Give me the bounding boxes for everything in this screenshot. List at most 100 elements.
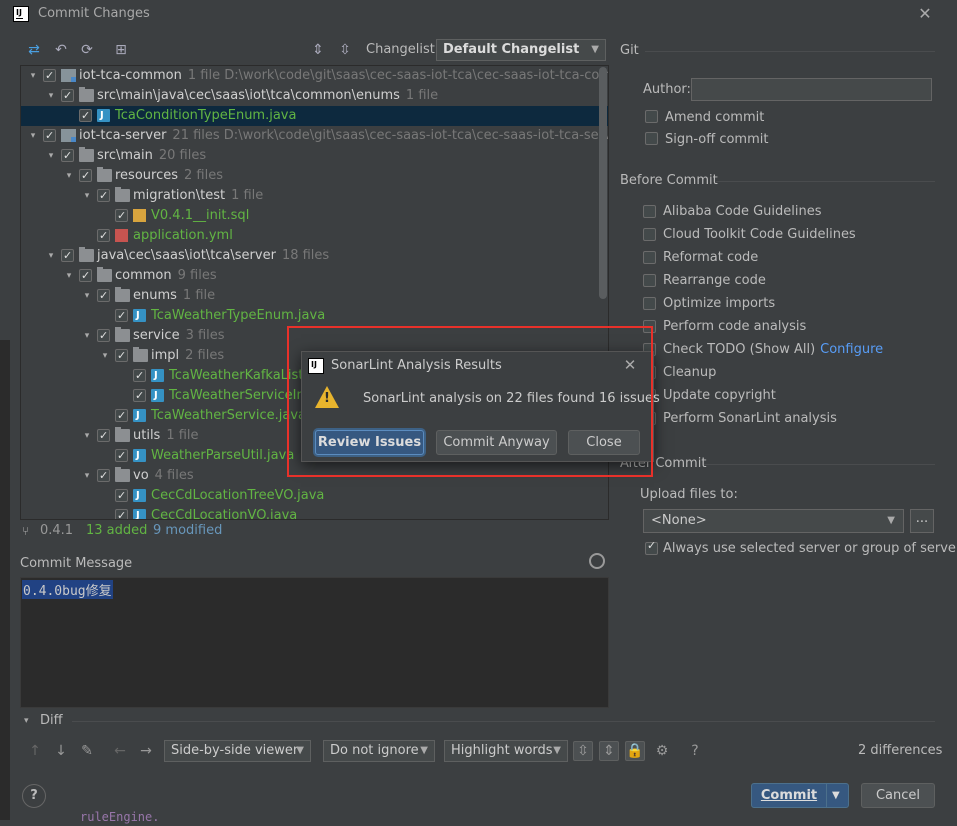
include-checkbox[interactable] bbox=[115, 206, 128, 226]
viewer-select[interactable]: Side-by-side viewer ▼ bbox=[164, 740, 311, 762]
commit-anyway-button[interactable]: Commit Anyway bbox=[436, 430, 557, 455]
previous-difference-icon[interactable]: ↑ bbox=[25, 741, 45, 761]
expand-arrow-icon[interactable]: ▾ bbox=[99, 346, 111, 366]
java-icon bbox=[97, 106, 110, 126]
highlight-select[interactable]: Highlight words ▼ bbox=[444, 740, 568, 762]
expand-arrow-icon[interactable]: ▾ bbox=[27, 126, 39, 146]
sync-scroll-icon[interactable]: ⇕ bbox=[599, 741, 619, 761]
include-checkbox[interactable] bbox=[115, 486, 128, 506]
folder-icon bbox=[115, 187, 130, 202]
include-checkbox[interactable] bbox=[133, 386, 146, 406]
tree-row[interactable]: V0.4.1__init.sql bbox=[21, 206, 608, 226]
expand-all-icon[interactable]: ⇕ bbox=[308, 40, 328, 60]
amend-commit-checkbox[interactable] bbox=[645, 110, 658, 123]
configure-link[interactable]: Configure bbox=[820, 342, 883, 357]
include-checkbox[interactable] bbox=[79, 106, 92, 126]
before-commit-checkbox[interactable] bbox=[643, 274, 656, 287]
tree-row[interactable]: application.yml bbox=[21, 226, 608, 246]
tree-scrollbar[interactable] bbox=[599, 67, 607, 299]
diff-collapse-icon[interactable]: ▾ bbox=[24, 716, 29, 726]
expand-arrow-icon[interactable]: ▾ bbox=[63, 166, 75, 186]
tree-row[interactable]: TcaConditionTypeEnum.java bbox=[21, 106, 608, 126]
collapse-unchanged-icon[interactable]: ⇳ bbox=[573, 741, 593, 761]
include-checkbox[interactable] bbox=[79, 166, 92, 186]
expand-arrow-icon[interactable]: ▾ bbox=[45, 86, 57, 106]
before-commit-checkbox[interactable] bbox=[643, 251, 656, 264]
before-commit-checkbox[interactable] bbox=[643, 320, 656, 333]
cancel-button[interactable]: Cancel bbox=[861, 783, 935, 808]
sign-off-checkbox[interactable] bbox=[645, 132, 658, 145]
collapse-all-icon[interactable]: ⇳ bbox=[335, 40, 355, 60]
include-checkbox[interactable] bbox=[97, 426, 110, 446]
refresh-icon[interactable]: ⟳ bbox=[77, 40, 97, 60]
close-icon[interactable]: ✕ bbox=[915, 4, 935, 24]
expand-arrow-icon[interactable]: ▾ bbox=[81, 326, 93, 346]
include-checkbox[interactable] bbox=[97, 186, 110, 206]
tree-row[interactable]: ▾ src\main 20 files bbox=[21, 146, 608, 166]
tree-row[interactable]: ▾ migration\test 1 file bbox=[21, 186, 608, 206]
history-icon[interactable] bbox=[589, 553, 605, 569]
expand-arrow-icon[interactable]: ▾ bbox=[81, 466, 93, 486]
tree-row[interactable]: ▾ enums 1 file bbox=[21, 286, 608, 306]
tree-row[interactable]: CecCdLocationTreeVO.java bbox=[21, 486, 608, 506]
help-button[interactable]: ? bbox=[22, 784, 46, 808]
include-checkbox[interactable] bbox=[61, 246, 74, 266]
tree-row[interactable]: ▾ vo 4 files bbox=[21, 466, 608, 486]
upload-server-select[interactable]: <None> ▼ bbox=[643, 509, 904, 533]
include-checkbox[interactable] bbox=[61, 86, 74, 106]
chevron-down-icon[interactable]: ▼ bbox=[832, 784, 840, 807]
author-input[interactable] bbox=[691, 78, 932, 101]
include-checkbox[interactable] bbox=[97, 286, 110, 306]
rollback-icon[interactable]: ↶ bbox=[51, 40, 71, 60]
include-checkbox[interactable] bbox=[43, 66, 56, 86]
expand-arrow-icon[interactable]: ▾ bbox=[63, 266, 75, 286]
before-commit-checkbox[interactable] bbox=[643, 205, 656, 218]
tree-row[interactable]: ▾ iot-tca-common 1 file D:\work\code\git\s… bbox=[21, 66, 608, 86]
include-checkbox[interactable] bbox=[115, 406, 128, 426]
tree-row[interactable]: ▾ common 9 files bbox=[21, 266, 608, 286]
include-checkbox[interactable] bbox=[97, 326, 110, 346]
include-checkbox[interactable] bbox=[115, 446, 128, 466]
dialog-close-button[interactable]: Close bbox=[568, 430, 640, 455]
tree-row[interactable]: ▾ resources 2 files bbox=[21, 166, 608, 186]
expand-arrow-icon[interactable]: ▾ bbox=[27, 66, 39, 86]
include-checkbox[interactable] bbox=[43, 126, 56, 146]
group-by-icon[interactable]: ⊞ bbox=[111, 40, 131, 60]
expand-arrow-icon[interactable]: ▾ bbox=[45, 246, 57, 266]
include-checkbox[interactable] bbox=[115, 346, 128, 366]
include-checkbox[interactable] bbox=[97, 466, 110, 486]
before-commit-checkbox[interactable] bbox=[643, 228, 656, 241]
ignore-select[interactable]: Do not ignore ▼ bbox=[323, 740, 435, 762]
close-icon[interactable]: ✕ bbox=[621, 356, 639, 374]
include-checkbox[interactable] bbox=[79, 266, 92, 286]
expand-arrow-icon[interactable]: ▾ bbox=[81, 186, 93, 206]
tree-row[interactable]: CecCdLocationVO.java bbox=[21, 506, 608, 519]
include-checkbox[interactable] bbox=[115, 506, 128, 519]
include-checkbox[interactable] bbox=[133, 366, 146, 386]
gear-icon[interactable]: ⚙ bbox=[652, 741, 672, 761]
next-difference-icon[interactable]: ↓ bbox=[51, 741, 71, 761]
lock-icon[interactable]: 🔒 bbox=[625, 741, 645, 761]
expand-arrow-icon[interactable]: ▾ bbox=[81, 426, 93, 446]
include-checkbox[interactable] bbox=[61, 146, 74, 166]
tree-row[interactable]: ▾ service 3 files bbox=[21, 326, 608, 346]
commit-button[interactable]: Commit ▼ bbox=[751, 783, 849, 808]
tree-row[interactable]: ▾ java\cec\saas\iot\tca\server 18 files bbox=[21, 246, 608, 266]
tree-row[interactable]: TcaWeatherTypeEnum.java bbox=[21, 306, 608, 326]
before-commit-checkbox[interactable] bbox=[643, 297, 656, 310]
always-use-server-checkbox[interactable] bbox=[645, 539, 658, 555]
tree-row[interactable]: ▾ iot-tca-server 21 files D:\work\code\git… bbox=[21, 126, 608, 146]
show-diff-icon[interactable]: ⇄ bbox=[24, 40, 44, 60]
help-icon[interactable]: ? bbox=[685, 741, 705, 761]
forward-icon[interactable]: → bbox=[136, 741, 156, 761]
changelist-select[interactable]: Default Changelist ▼ bbox=[436, 39, 606, 61]
include-checkbox[interactable] bbox=[115, 306, 128, 326]
expand-arrow-icon[interactable]: ▾ bbox=[45, 146, 57, 166]
include-checkbox[interactable] bbox=[97, 226, 110, 246]
expand-arrow-icon[interactable]: ▾ bbox=[81, 286, 93, 306]
edit-source-icon[interactable]: ✎ bbox=[77, 741, 97, 761]
back-icon[interactable]: ← bbox=[110, 741, 130, 761]
review-issues-button[interactable]: Review Issues bbox=[315, 430, 424, 455]
upload-more-button[interactable]: ... bbox=[910, 509, 934, 533]
tree-row[interactable]: ▾ src\main\java\cec\saas\iot\tca\common\e… bbox=[21, 86, 608, 106]
